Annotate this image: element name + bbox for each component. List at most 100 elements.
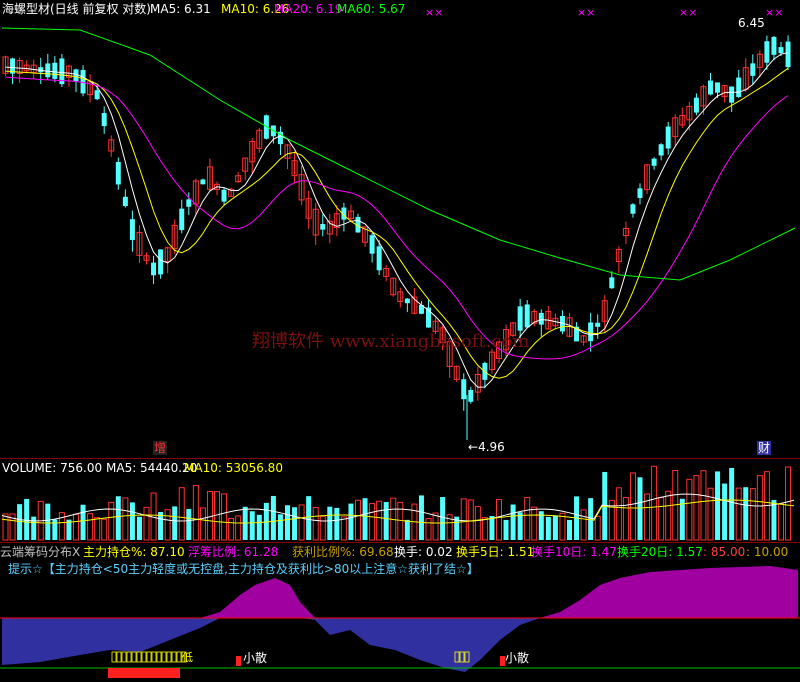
candle-body-down: [715, 82, 721, 93]
indicator-blue-fill: [2, 618, 798, 672]
candle-body-down: [101, 113, 107, 127]
volume-bar-up: [629, 472, 636, 541]
volume-bar-up: [298, 504, 305, 541]
volume-bar-up: [228, 517, 235, 541]
volume-bar-down: [383, 501, 389, 540]
volume-bar-up: [481, 517, 488, 541]
volume-bar-up: [580, 509, 587, 541]
candle-body-down: [129, 219, 135, 241]
volume-bar-down: [743, 487, 749, 540]
volume-bar-up: [73, 513, 79, 541]
volume-bar-up: [2, 513, 9, 541]
ma60-label: MA60: 5.67: [337, 2, 406, 16]
volume-bar-down: [129, 502, 135, 540]
volume-bar-up: [369, 503, 376, 541]
volume-bar-up: [312, 506, 319, 541]
volume-bar-up: [143, 506, 150, 541]
marker-zeng[interactable]: 增: [153, 441, 168, 455]
volume-bar-down: [404, 519, 410, 540]
volume-bar-up: [615, 487, 622, 541]
volume-bar-up: [199, 507, 206, 541]
volume-bar-down: [440, 497, 446, 540]
volume-bar-up: [432, 512, 439, 541]
volume-bars: [2, 465, 792, 541]
volume-bar-up: [594, 515, 601, 541]
low-marker: [141, 651, 147, 663]
volume-bar-down: [517, 512, 523, 540]
volume-bar-up: [376, 500, 383, 541]
volume-bar-up: [496, 499, 502, 541]
candle-body-down: [750, 63, 756, 76]
candle-body-down: [637, 188, 643, 198]
volume-bar-down: [249, 511, 255, 540]
candle-body-down: [461, 379, 467, 400]
ma20-label: MA20: 6.19: [274, 2, 343, 16]
volume-bar-down: [489, 515, 495, 540]
volume-bar-down: [306, 496, 312, 540]
volume-bar-down: [115, 496, 121, 540]
volume-bar-up: [622, 497, 629, 541]
volume-bar-up: [749, 488, 756, 541]
volume-bar-up: [192, 485, 199, 541]
candle-body-down: [693, 97, 699, 113]
chip-indicator-area: [0, 566, 800, 678]
marker-cai[interactable]: 财: [757, 441, 772, 455]
low-marker: [116, 651, 122, 663]
volume-bar-down: [327, 506, 333, 540]
top-mark-4: ××: [765, 6, 784, 19]
high-price-label: 6.45: [738, 16, 765, 30]
volume-bar-up: [467, 499, 474, 541]
low-marker: [126, 651, 132, 663]
candle-body-down: [665, 126, 671, 149]
volume-bar-down: [362, 498, 368, 540]
chip-indicator-name: 云端筹码分布X: [0, 545, 81, 559]
volume-bar-up: [700, 470, 707, 541]
volume-ma10-label: MA10: 53056.80: [184, 461, 283, 475]
low-marker: [111, 651, 117, 663]
low-marker: [166, 651, 172, 663]
turnover-5d-label: 换手5日: 1.51: [456, 545, 535, 559]
volume-bar-up: [425, 518, 432, 541]
turnover-20d-label: 换手20日: 1.57: [617, 545, 703, 559]
volume-bar-down: [545, 516, 551, 540]
volume-bar-up: [94, 517, 101, 541]
watermark: 翔博软件 www.xiangbosoft.com: [252, 331, 530, 352]
volume-bar-up: [101, 518, 108, 541]
candle-body-down: [94, 90, 100, 100]
volume-bar-down: [418, 495, 424, 540]
candle-body-down: [630, 204, 636, 214]
volume-bar-up: [658, 497, 665, 541]
low-marker: [131, 651, 137, 663]
candle-body-down: [376, 246, 382, 271]
volume-bar-up: [559, 512, 566, 541]
candle-body-down: [45, 63, 51, 78]
stock-title: 海螺型材(日线 前复权 对数): [2, 2, 151, 16]
volume-bar-up: [235, 515, 242, 541]
top-mark-1: ××: [425, 6, 444, 19]
candle-body-down: [115, 161, 121, 185]
volume-bar-down: [334, 507, 340, 540]
volume-bar-up: [686, 478, 693, 541]
volume-bar-up: [178, 487, 185, 541]
volume-bar-down: [729, 468, 735, 540]
volume-bar-down: [24, 498, 30, 540]
panel-divider-price: [0, 458, 800, 459]
volume-bar-up: [693, 475, 700, 541]
candle-body-down: [778, 47, 784, 54]
candle-body-down: [764, 41, 770, 63]
candle-body-down: [404, 298, 410, 304]
volume-bar-up: [778, 503, 784, 541]
candlestick-series: [2, 35, 791, 440]
candle-body-down: [80, 69, 86, 94]
volume-bar-up: [221, 493, 228, 541]
volume-bar-down: [45, 503, 51, 540]
volume-bar-down: [172, 506, 178, 540]
candle-body-down: [588, 322, 594, 342]
candle-body-down: [538, 312, 544, 325]
candle-body-down: [651, 158, 657, 166]
volume-bar-down: [17, 504, 23, 540]
low-marker: [176, 651, 182, 663]
volume-bar-down: [637, 477, 643, 540]
panel-divider-volume: [0, 542, 800, 543]
label-xiaosan-1: 小散: [243, 651, 268, 665]
